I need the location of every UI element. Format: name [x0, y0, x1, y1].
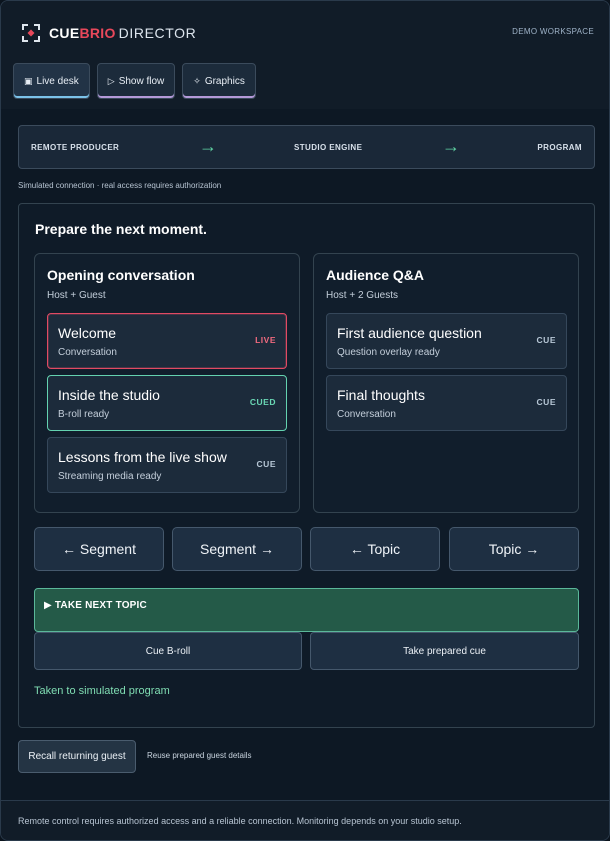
segment-title: Audience Q&A: [326, 267, 425, 283]
tab-show-flow[interactable]: ▷ Show flow: [96, 63, 176, 99]
tab-label: Graphics: [204, 75, 245, 87]
previous-topic-button[interactable]: ← Topic: [310, 527, 440, 571]
tab-live-desk[interactable]: ▣ Live desk: [13, 63, 90, 99]
previous-segment-button[interactable]: ← Segment: [34, 527, 164, 571]
topic-item-first-audience-question[interactable]: First audience question Question overlay…: [326, 313, 567, 369]
topic-item-final-thoughts[interactable]: Final thoughts Conversation CUE: [326, 375, 567, 431]
live-desk-panel: Prepare the next moment. Opening convers…: [18, 203, 595, 728]
tab-bar: ▣ Live desk ▷ Show flow ✧ Graphics: [13, 63, 256, 99]
arrow-right-icon: →: [199, 136, 218, 156]
tab-graphics[interactable]: ✧ Graphics: [182, 63, 256, 99]
brand-name-prefix: CUE: [49, 25, 80, 41]
recall-note: Reuse prepared guest details: [147, 751, 252, 760]
crosshair-logo-icon: [22, 24, 40, 42]
status-badge-cue: CUE: [256, 459, 276, 469]
segment-title: Opening conversation: [47, 267, 195, 283]
pipeline-stage-studio-engine: STUDIO ENGINE: [294, 143, 363, 152]
segment-opening-conversation: Opening conversation Host + Guest Welcom…: [34, 253, 300, 513]
panel-title: Prepare the next moment.: [35, 221, 207, 237]
arrow-right-icon: →: [442, 136, 461, 156]
take-next-topic-button[interactable]: ▶ TAKE NEXT TOPIC: [34, 588, 579, 632]
recall-returning-guest-button[interactable]: Recall returning guest: [18, 740, 136, 773]
cue-broll-button[interactable]: Cue B-roll: [34, 632, 302, 670]
workspace-label: DEMO WORKSPACE: [512, 27, 594, 36]
topic-subtitle: Question overlay ready: [337, 347, 440, 358]
segment-subtitle: Host + Guest: [47, 290, 106, 301]
take-next-topic-label: ▶ TAKE NEXT TOPIC: [44, 600, 147, 611]
status-badge-cued: CUED: [249, 397, 276, 407]
play-outline-icon: ▷: [107, 75, 115, 86]
topic-title: Welcome: [58, 325, 117, 341]
topic-title: Inside the studio: [58, 387, 160, 403]
next-segment-button[interactable]: Segment →: [172, 527, 302, 571]
segment-subtitle: Host + 2 Guests: [326, 290, 398, 301]
live-desk-icon: ▣: [24, 75, 33, 86]
segment-audience-qa: Audience Q&A Host + 2 Guests First audie…: [313, 253, 579, 513]
tab-label: Show flow: [118, 75, 165, 87]
brand: CUEBRIO DIRECTOR: [19, 21, 196, 45]
topic-title: Final thoughts: [337, 387, 425, 403]
status-badge-cue: CUE: [536, 335, 556, 345]
topic-subtitle: B-roll ready: [58, 409, 110, 420]
brand-name-accent: BRIO: [79, 25, 116, 41]
topic-subtitle: Conversation: [337, 409, 396, 420]
topic-title: Lessons from the live show: [58, 449, 227, 465]
topic-item-inside-the-studio[interactable]: Inside the studio B-roll ready CUED: [47, 375, 287, 431]
topic-item-welcome[interactable]: Welcome Conversation LIVE: [47, 313, 287, 369]
pipeline-stage-program: PROGRAM: [537, 143, 582, 152]
status-badge-live: LIVE: [255, 335, 276, 345]
connection-note: Simulated connection · real access requi…: [18, 181, 222, 190]
tab-label: Live desk: [36, 75, 79, 87]
status-message: Taken to simulated program: [34, 685, 170, 697]
pipeline-stage-remote-producer: REMOTE PRODUCER: [31, 143, 120, 152]
topic-subtitle: Streaming media ready: [58, 471, 162, 482]
status-badge-cue: CUE: [536, 397, 556, 407]
topic-subtitle: Conversation: [58, 347, 117, 358]
next-topic-button[interactable]: Topic →: [449, 527, 579, 571]
brand-name: CUEBRIO DIRECTOR: [49, 25, 196, 41]
header: CUEBRIO DIRECTOR DEMO WORKSPACE ▣ Live de…: [1, 1, 609, 109]
topic-title: First audience question: [337, 325, 482, 341]
app-window: CUEBRIO DIRECTOR DEMO WORKSPACE ▣ Live de…: [0, 0, 610, 841]
footer-disclaimer: Remote control requires authorized acces…: [18, 816, 462, 826]
take-prepared-cue-button[interactable]: Take prepared cue: [310, 632, 579, 670]
topic-item-lessons-from-the-live-show[interactable]: Lessons from the live show Streaming med…: [47, 437, 287, 493]
sparkle-icon: ✧: [193, 75, 201, 86]
footer: Remote control requires authorized acces…: [1, 800, 609, 840]
brand-name-suffix: DIRECTOR: [118, 25, 197, 41]
signal-pipeline: REMOTE PRODUCER → STUDIO ENGINE → PROGRA…: [18, 125, 595, 169]
